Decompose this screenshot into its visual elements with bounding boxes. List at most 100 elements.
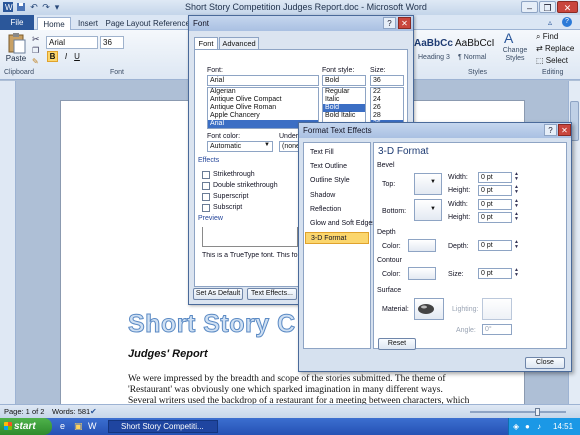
change-styles-button[interactable]: Change Styles bbox=[500, 47, 530, 63]
font-dialog-help-button[interactable]: ? bbox=[383, 17, 396, 29]
redo-icon[interactable]: ↷ bbox=[41, 2, 51, 12]
paste-button[interactable]: Paste bbox=[4, 53, 28, 65]
list-item[interactable]: Apple Chancery bbox=[208, 112, 318, 120]
word-count[interactable]: Words: 581 bbox=[52, 407, 90, 416]
underline-button[interactable]: U bbox=[72, 51, 82, 62]
italic-button[interactable]: I bbox=[61, 51, 71, 62]
top-width-input[interactable]: 0 pt bbox=[478, 172, 512, 183]
minimize-button[interactable]: – bbox=[521, 1, 538, 13]
close-button[interactable]: Close bbox=[525, 357, 565, 369]
paste-icon[interactable] bbox=[6, 32, 28, 54]
fx-dialog-close-icon[interactable]: ✕ bbox=[558, 124, 571, 136]
restore-button[interactable]: ❐ bbox=[539, 1, 556, 13]
spinner-icon[interactable]: ▲ ▼ bbox=[513, 212, 520, 223]
word-quicklaunch-icon[interactable]: W bbox=[88, 421, 97, 431]
category-glow-soft-edges[interactable]: Glow and Soft Edges bbox=[305, 218, 376, 230]
bottom-height-input[interactable]: 0 pt bbox=[478, 212, 512, 223]
document-line[interactable]: Several writers used the backdrop of a r… bbox=[128, 396, 469, 404]
select-button[interactable]: ⬚ Select bbox=[536, 56, 568, 65]
document-subheading[interactable]: Judges' Report bbox=[128, 348, 208, 360]
volume-icon[interactable]: ♪ bbox=[537, 418, 541, 435]
material-picker[interactable] bbox=[414, 298, 444, 320]
network-icon[interactable]: ◈ bbox=[513, 418, 519, 435]
taskbar-word-item[interactable]: Short Story Competiti... bbox=[108, 420, 218, 433]
tab-insert[interactable]: Insert bbox=[73, 17, 103, 30]
bottom-width-input[interactable]: 0 pt bbox=[478, 199, 512, 210]
change-styles-icon[interactable]: A bbox=[504, 30, 513, 46]
ribbon-minimize-icon[interactable]: ▵ bbox=[548, 18, 552, 27]
contour-size-input[interactable]: 0 pt bbox=[478, 268, 512, 279]
superscript-checkbox[interactable] bbox=[202, 193, 210, 201]
list-item[interactable]: Regular bbox=[323, 88, 365, 96]
font-name-input[interactable]: Arial bbox=[207, 75, 319, 86]
category-3d-format[interactable]: 3-D Format bbox=[305, 232, 369, 244]
contour-color-picker[interactable] bbox=[408, 267, 436, 280]
category-text-outline[interactable]: Text Outline bbox=[305, 161, 369, 173]
cut-icon[interactable]: ✂ bbox=[32, 34, 40, 45]
font-style-input[interactable]: Bold bbox=[322, 75, 366, 86]
antivirus-icon[interactable]: ● bbox=[525, 418, 530, 435]
font-name-box[interactable]: Arial bbox=[46, 36, 98, 49]
set-as-default-button[interactable]: Set As Default bbox=[193, 288, 243, 300]
style-heading3-sample[interactable]: AaBbCc bbox=[414, 38, 453, 49]
save-icon[interactable] bbox=[16, 2, 26, 12]
copy-icon[interactable]: ❐ bbox=[32, 46, 39, 55]
list-item[interactable]: Antique Olive Roman bbox=[208, 104, 318, 112]
fx-dialog-help-button[interactable]: ? bbox=[544, 124, 557, 136]
tab-home[interactable]: Home bbox=[37, 17, 71, 30]
spinner-icon[interactable]: ▲ ▼ bbox=[513, 172, 520, 183]
customize-qat-icon[interactable]: ▾ bbox=[52, 2, 62, 12]
list-item[interactable]: 26 bbox=[371, 104, 403, 112]
format-painter-icon[interactable]: ✎ bbox=[32, 57, 39, 66]
list-item[interactable]: Italic bbox=[323, 96, 365, 104]
list-item[interactable]: Algerian bbox=[208, 88, 318, 96]
list-item[interactable]: 22 bbox=[371, 88, 403, 96]
list-item[interactable]: 28 bbox=[371, 112, 403, 120]
list-item[interactable]: Bold bbox=[323, 104, 365, 112]
category-text-fill[interactable]: Text Fill bbox=[305, 147, 369, 159]
close-window-button[interactable]: ✕ bbox=[557, 1, 578, 13]
tab-page-layout[interactable]: Page Layout bbox=[104, 17, 152, 30]
double-strikethrough-checkbox[interactable] bbox=[202, 182, 210, 190]
tab-references[interactable]: Reference bbox=[153, 17, 190, 30]
document-title-text[interactable]: Short Story C bbox=[128, 310, 296, 339]
word-app-icon[interactable]: W bbox=[3, 2, 13, 12]
document-line[interactable]: 'Restaurant' was obviously one which spa… bbox=[128, 385, 443, 395]
subscript-checkbox[interactable] bbox=[202, 204, 210, 212]
spinner-icon[interactable]: ▲ ▼ bbox=[513, 268, 520, 279]
category-shadow[interactable]: Shadow bbox=[305, 190, 369, 202]
document-line[interactable]: We were impressed by the breadth and sco… bbox=[128, 374, 445, 384]
top-height-input[interactable]: 0 pt bbox=[478, 185, 512, 196]
depth-input[interactable]: 0 pt bbox=[478, 240, 512, 251]
size-input[interactable]: 36 bbox=[370, 75, 404, 86]
reset-button[interactable]: Reset bbox=[378, 338, 416, 350]
explorer-quicklaunch-icon[interactable]: ▣ bbox=[74, 421, 83, 432]
undo-icon[interactable]: ↶ bbox=[29, 2, 39, 12]
spinner-icon[interactable]: ▲ ▼ bbox=[513, 185, 520, 196]
font-size-box[interactable]: 36 bbox=[100, 36, 124, 49]
zoom-slider[interactable] bbox=[470, 411, 566, 413]
find-button[interactable]: ⌕ Find bbox=[536, 32, 558, 42]
proofing-icon[interactable]: ✔ bbox=[90, 407, 97, 416]
category-reflection[interactable]: Reflection bbox=[305, 204, 369, 216]
list-item[interactable]: Bold Italic bbox=[323, 112, 365, 120]
clock[interactable]: 14:51 bbox=[553, 418, 573, 435]
text-effects-button[interactable]: Text Effects... bbox=[247, 288, 297, 300]
page-count[interactable]: Page: 1 of 2 bbox=[4, 407, 44, 416]
zoom-slider-thumb[interactable] bbox=[535, 408, 540, 416]
list-item[interactable]: Antique Olive Compact bbox=[208, 96, 318, 104]
category-outline-style[interactable]: Outline Style bbox=[305, 175, 369, 187]
bold-button[interactable]: B bbox=[47, 51, 58, 62]
list-item[interactable]: 24 bbox=[371, 96, 403, 104]
spinner-icon[interactable]: ▲ ▼ bbox=[513, 240, 520, 251]
depth-color-picker[interactable] bbox=[408, 239, 436, 252]
tab-file[interactable]: File bbox=[0, 15, 34, 30]
spinner-icon[interactable]: ▲ ▼ bbox=[513, 199, 520, 210]
replace-button[interactable]: ⇄ Replace bbox=[536, 44, 574, 53]
strikethrough-checkbox[interactable] bbox=[202, 171, 210, 179]
style-normal-sample[interactable]: AaBbCcI bbox=[455, 38, 494, 49]
font-dialog-close-button[interactable]: ✕ bbox=[398, 17, 411, 29]
help-icon[interactable]: ? bbox=[562, 17, 572, 27]
bevel-top-picker[interactable] bbox=[414, 173, 442, 195]
bevel-bottom-picker[interactable] bbox=[414, 199, 442, 221]
